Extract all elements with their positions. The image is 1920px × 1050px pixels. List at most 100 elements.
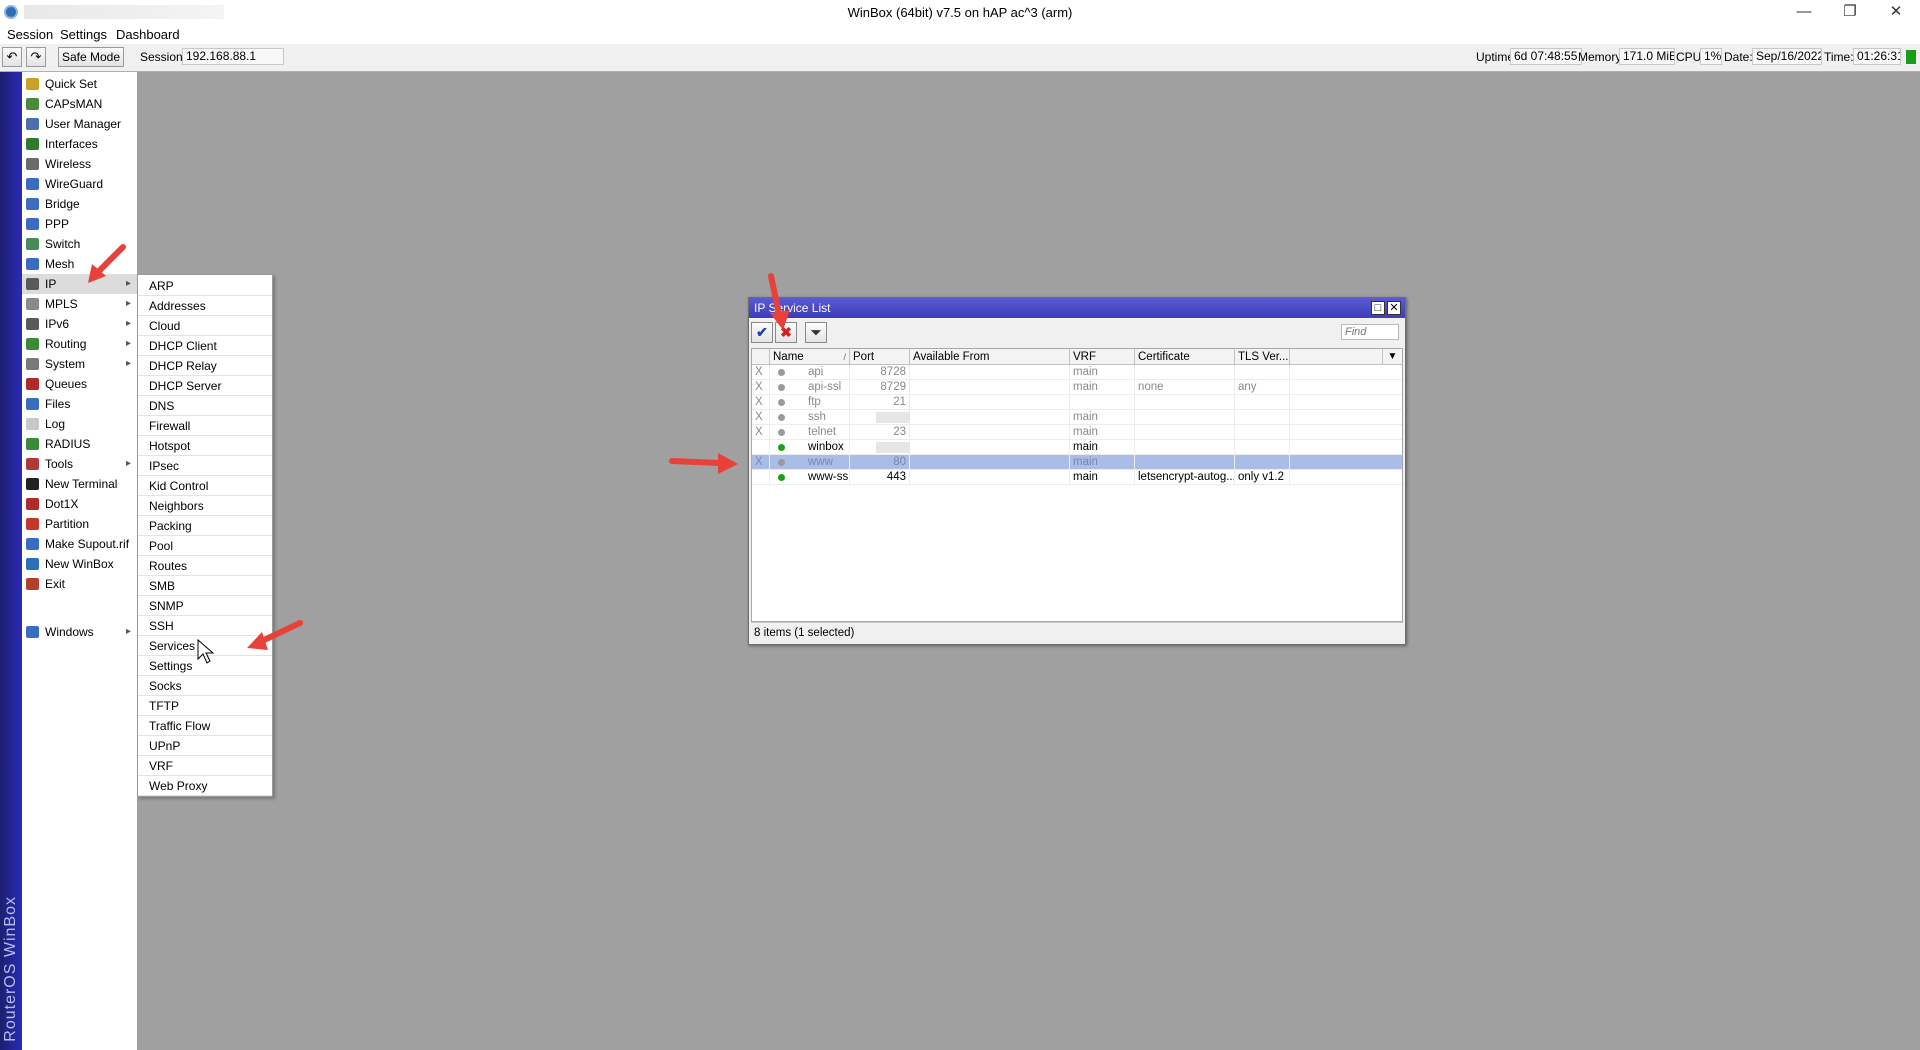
enable-button[interactable]: ✔ <box>751 322 773 343</box>
sidebar-item-partition[interactable]: Partition <box>22 514 137 534</box>
cell-vrf: main <box>1070 470 1135 485</box>
sidebar-item-windows[interactable]: Windows ▸ <box>22 622 137 642</box>
sidebar-item-label: Routing <box>45 337 87 351</box>
submenu-item-packing[interactable]: Packing <box>138 516 272 536</box>
table-row[interactable]: www-ssl 443 main letsencrypt-autog... only v… <box>752 470 1402 485</box>
submenu-item-addresses[interactable]: Addresses <box>138 296 272 316</box>
main-toolbar: ↶ ↷ Safe Mode Session: 192.168.88.1 Upti… <box>0 44 1920 72</box>
column-dropdown-icon[interactable]: ▼ <box>1383 349 1402 365</box>
table-row[interactable]: Xssh main <box>752 410 1402 425</box>
submenu-item-dhcp-server[interactable]: DHCP Server <box>138 376 272 396</box>
sidebar-item-new-terminal[interactable]: New Terminal <box>22 474 137 494</box>
filter-button[interactable]: ⏷ <box>805 322 827 343</box>
column-name[interactable]: Name / <box>770 349 850 365</box>
submenu-item-kid-control[interactable]: Kid Control <box>138 476 272 496</box>
sidebar-item-ppp[interactable]: PPP <box>22 214 137 234</box>
table-row[interactable]: winbox main <box>752 440 1402 455</box>
submenu-item-dhcp-relay[interactable]: DHCP Relay <box>138 356 272 376</box>
quick-set-icon <box>26 78 39 90</box>
redo-button[interactable]: ↷ <box>26 47 46 67</box>
submenu-item-firewall[interactable]: Firewall <box>138 416 272 436</box>
sidebar-item-new-winbox[interactable]: New WinBox <box>22 554 137 574</box>
column-available-from[interactable]: Available From <box>910 349 1070 365</box>
sidebar-item-system[interactable]: System ▸ <box>22 354 137 374</box>
submenu-item-ssh[interactable]: SSH <box>138 616 272 636</box>
ip-service-list-window[interactable]: IP Service List □ ✕ ✔ ✖ ⏷ Name/ Port Ava… <box>748 297 1406 645</box>
sidebar-item-dot1x[interactable]: Dot1X <box>22 494 137 514</box>
submenu-item-cloud[interactable]: Cloud <box>138 316 272 336</box>
table-row[interactable]: Xapi-ssl 8729 main none any <box>752 380 1402 395</box>
column-tls-version[interactable]: TLS Ver... <box>1235 349 1290 365</box>
sidebar-item-bridge[interactable]: Bridge <box>22 194 137 214</box>
sidebar-item-make-supout-rif[interactable]: Make Supout.rif <box>22 534 137 554</box>
close-button[interactable]: ✕ <box>1873 0 1919 26</box>
sidebar-item-radius[interactable]: RADIUS <box>22 434 137 454</box>
column-vrf[interactable]: VRF <box>1070 349 1135 365</box>
submenu-item-neighbors[interactable]: Neighbors <box>138 496 272 516</box>
sidebar-item-ipv6[interactable]: IPv6 ▸ <box>22 314 137 334</box>
find-input[interactable] <box>1341 324 1399 340</box>
cell-flag <box>752 470 770 485</box>
submenu-item-dhcp-client[interactable]: DHCP Client <box>138 336 272 356</box>
window-maximize-icon[interactable]: □ <box>1371 301 1385 315</box>
restore-button[interactable]: ❐ <box>1827 0 1873 26</box>
table-row[interactable]: Xftp 21 <box>752 395 1402 410</box>
sidebar-item-label: MPLS <box>45 297 78 311</box>
sidebar-item-quick-set[interactable]: Quick Set <box>22 74 137 94</box>
submenu-item-services[interactable]: Services <box>138 636 272 656</box>
sidebar-item-mpls[interactable]: MPLS ▸ <box>22 294 137 314</box>
sidebar-item-ip[interactable]: IP ▸ <box>22 274 137 294</box>
sidebar-item-user-manager[interactable]: User Manager <box>22 114 137 134</box>
cell-from <box>910 455 1070 470</box>
undo-button[interactable]: ↶ <box>2 47 22 67</box>
menu-settings[interactable]: Settings <box>60 27 107 42</box>
submenu-item-web-proxy[interactable]: Web Proxy <box>138 776 272 796</box>
submenu-item-traffic-flow[interactable]: Traffic Flow <box>138 716 272 736</box>
safe-mode-button[interactable]: Safe Mode <box>58 47 124 67</box>
submenu-item-pool[interactable]: Pool <box>138 536 272 556</box>
sidebar-item-interfaces[interactable]: Interfaces <box>22 134 137 154</box>
sidebar-item-capsman[interactable]: CAPsMAN <box>22 94 137 114</box>
submenu-item-snmp[interactable]: SNMP <box>138 596 272 616</box>
sidebar-item-tools[interactable]: Tools ▸ <box>22 454 137 474</box>
service-window-titlebar[interactable]: IP Service List □ ✕ <box>749 298 1405 318</box>
cell-vrf: main <box>1070 365 1135 380</box>
windows-icon <box>26 626 39 638</box>
sidebar-item-wireguard[interactable]: WireGuard <box>22 174 137 194</box>
submenu-item-vrf[interactable]: VRF <box>138 756 272 776</box>
submenu-item-smb[interactable]: SMB <box>138 576 272 596</box>
submenu-item-ipsec[interactable]: IPsec <box>138 456 272 476</box>
menu-session[interactable]: Session <box>7 27 53 42</box>
window-close-icon[interactable]: ✕ <box>1387 301 1401 315</box>
sidebar-item-switch[interactable]: Switch <box>22 234 137 254</box>
table-row[interactable]: Xapi 8728 main <box>752 365 1402 380</box>
sidebar-item-routing[interactable]: Routing ▸ <box>22 334 137 354</box>
flag-column-header[interactable] <box>752 349 770 365</box>
submenu-item-routes[interactable]: Routes <box>138 556 272 576</box>
submenu-item-upnp[interactable]: UPnP <box>138 736 272 756</box>
sidebar-item-wireless[interactable]: Wireless <box>22 154 137 174</box>
table-row[interactable]: Xwww 80 main <box>752 455 1402 470</box>
session-field[interactable]: 192.168.88.1 <box>182 48 284 65</box>
column-certificate[interactable]: Certificate <box>1135 349 1235 365</box>
ipv6-icon <box>26 318 39 330</box>
table-row[interactable]: Xtelnet 23 main <box>752 425 1402 440</box>
sidebar-item-exit[interactable]: Exit <box>22 574 137 594</box>
column-port[interactable]: Port <box>850 349 910 365</box>
submenu-item-arp[interactable]: ARP <box>138 276 272 296</box>
submenu-item-tftp[interactable]: TFTP <box>138 696 272 716</box>
sort-icon: / <box>843 352 846 362</box>
minimize-button[interactable]: — <box>1781 0 1827 26</box>
sidebar-item-files[interactable]: Files <box>22 394 137 414</box>
submenu-item-dns[interactable]: DNS <box>138 396 272 416</box>
sidebar-item-queues[interactable]: Queues <box>22 374 137 394</box>
disable-button[interactable]: ✖ <box>775 322 797 343</box>
sidebar-item-log[interactable]: Log <box>22 414 137 434</box>
log-icon <box>26 418 39 430</box>
submenu-item-settings[interactable]: Settings <box>138 656 272 676</box>
sidebar-item-mesh[interactable]: Mesh <box>22 254 137 274</box>
menu-dashboard[interactable]: Dashboard <box>116 27 180 42</box>
submenu-item-socks[interactable]: Socks <box>138 676 272 696</box>
cell-from <box>910 365 1070 380</box>
submenu-item-hotspot[interactable]: Hotspot <box>138 436 272 456</box>
